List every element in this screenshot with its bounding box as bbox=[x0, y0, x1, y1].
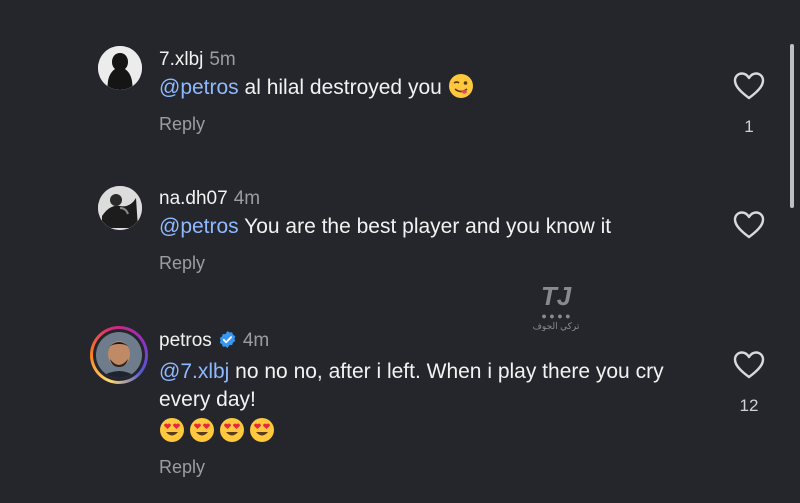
comment-body-text: no no no, after i left. When i play ther… bbox=[159, 360, 664, 411]
reply-button[interactable]: Reply bbox=[159, 253, 205, 274]
watermark-mark: TJ bbox=[540, 281, 572, 311]
winking-face-with-tongue-icon bbox=[448, 73, 474, 99]
avatar-story-ring[interactable] bbox=[90, 326, 148, 384]
comment-header: petros 4m bbox=[159, 330, 269, 352]
like-button[interactable] bbox=[733, 350, 765, 380]
verified-badge-icon bbox=[218, 330, 237, 349]
heart-eyes-icon bbox=[249, 417, 275, 443]
comment-header: na.dh07 4m bbox=[159, 188, 260, 210]
username[interactable]: na.dh07 bbox=[159, 188, 228, 209]
like-button[interactable] bbox=[733, 71, 765, 101]
comment-text: @7.xlbj no no no, after i left. When i p… bbox=[159, 358, 689, 414]
heart-eyes-icon bbox=[219, 417, 245, 443]
username[interactable]: 7.xlbj bbox=[159, 49, 203, 70]
emoji-row bbox=[159, 417, 275, 443]
like-count: 12 bbox=[739, 396, 759, 415]
like-count: 1 bbox=[744, 117, 754, 136]
avatar-silhouette-icon bbox=[98, 46, 142, 90]
timestamp: 4m bbox=[233, 188, 261, 209]
comment-body-text: You are the best player and you know it bbox=[238, 215, 612, 238]
heart-eyes-icon bbox=[189, 417, 215, 443]
scrollbar[interactable] bbox=[790, 44, 794, 208]
watermark-social-icons: ● ● ● ● bbox=[541, 311, 571, 321]
mention-link[interactable]: @7.xlbj bbox=[159, 360, 229, 383]
avatar[interactable] bbox=[98, 46, 142, 90]
username[interactable]: petros bbox=[159, 330, 212, 351]
avatar bbox=[96, 332, 142, 378]
avatar-photo-icon bbox=[96, 332, 142, 378]
timestamp: 5m bbox=[209, 49, 236, 70]
timestamp: 4m bbox=[242, 330, 270, 351]
comment-header: 7.xlbj 5m bbox=[159, 49, 236, 71]
watermark-logo: TJ ● ● ● ● تركي الجوف bbox=[526, 283, 586, 341]
reply-button[interactable]: Reply bbox=[159, 457, 205, 478]
mention-link[interactable]: @petros bbox=[159, 215, 239, 238]
comment-text: @petros You are the best player and you … bbox=[159, 213, 699, 241]
heart-outline-icon bbox=[733, 351, 765, 379]
mention-link[interactable]: @petros bbox=[159, 76, 239, 99]
avatar[interactable] bbox=[98, 186, 142, 230]
comment-text: @petros al hilal destroyed you bbox=[159, 73, 699, 102]
heart-eyes-icon bbox=[159, 417, 185, 443]
reply-button[interactable]: Reply bbox=[159, 114, 205, 135]
heart-outline-icon bbox=[733, 211, 765, 239]
avatar-photo-icon bbox=[98, 186, 142, 230]
heart-outline-icon bbox=[733, 72, 765, 100]
watermark-caption: تركي الجوف bbox=[532, 321, 580, 331]
comment-body-text: al hilal destroyed you bbox=[238, 76, 448, 99]
like-button[interactable] bbox=[733, 210, 765, 240]
